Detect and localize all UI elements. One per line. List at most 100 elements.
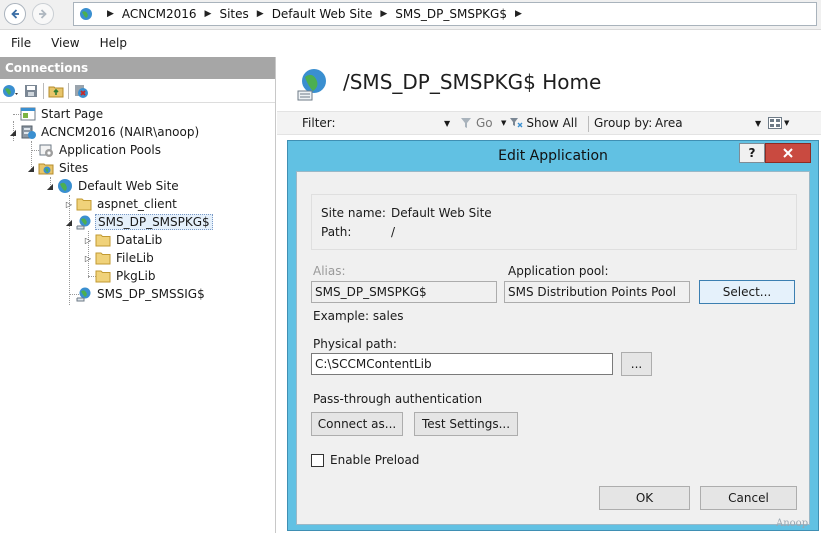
tree-item-label: aspnet_client <box>97 197 177 211</box>
breadcrumb-site[interactable]: Default Web Site <box>272 7 373 21</box>
globe-icon <box>79 7 93 21</box>
sites-icon <box>37 160 54 176</box>
back-button[interactable] <box>4 3 26 25</box>
tree-item-application-pools[interactable]: Application Pools <box>26 141 163 159</box>
tree-item-label: FileLib <box>116 251 154 265</box>
physical-path-input[interactable]: C:\SCCMContentLib <box>311 353 613 375</box>
application-icon <box>75 286 92 302</box>
menu-view[interactable]: View <box>41 36 89 50</box>
tree-item-label: Application Pools <box>59 143 161 157</box>
show-all-icon <box>510 118 523 128</box>
chevron-down-icon: ▼ <box>501 119 507 127</box>
tree-item-server[interactable]: ◢ ACNCM2016 (NAIR\anoop) <box>8 123 201 141</box>
tree-item-label: SMS_DP_SMSSIG$ <box>97 287 205 301</box>
tree-item-label: ACNCM2016 (NAIR\anoop) <box>41 125 200 139</box>
close-button[interactable] <box>765 143 811 163</box>
breadcrumb-application[interactable]: SMS_DP_SMSPKG$ <box>395 7 507 21</box>
breadcrumb-separator: ▶ <box>204 9 212 19</box>
cancel-button[interactable]: Cancel <box>700 486 797 510</box>
menu-bar: File View Help <box>0 31 821 55</box>
connections-header: Connections <box>0 57 275 79</box>
help-button[interactable]: ? <box>739 143 765 163</box>
collapse-twisty[interactable]: ◢ <box>26 164 36 173</box>
breadcrumb-sites[interactable]: Sites <box>219 7 248 21</box>
tree-item-datalib[interactable]: ▷ DataLib <box>83 231 164 249</box>
show-all-label: Show All <box>526 116 578 130</box>
browse-button[interactable]: ... <box>621 352 652 376</box>
connect-globe-icon[interactable] <box>1 82 19 100</box>
collapse-twisty[interactable]: ◢ <box>45 182 55 191</box>
tree-item-aspnet-client[interactable]: ▷ aspnet_client <box>64 195 179 213</box>
group-by-label: Group by: <box>594 116 653 130</box>
collapse-twisty[interactable]: ◢ <box>8 128 18 137</box>
tree-item-label: SMS_DP_SMSPKG$ <box>95 214 213 230</box>
application-home-icon <box>297 67 329 104</box>
site-name-value: Default Web Site <box>391 206 492 220</box>
breadcrumb-separator: ▶ <box>107 9 114 19</box>
tree-item-pkglib[interactable]: PkgLib <box>83 267 157 285</box>
ok-button[interactable]: OK <box>599 486 690 510</box>
enable-preload-checkbox[interactable] <box>311 454 324 467</box>
filter-label: Filter: <box>302 116 336 130</box>
go-button[interactable]: Go <box>460 116 493 130</box>
tree-item-label: PkgLib <box>116 269 156 283</box>
expand-twisty[interactable]: ▷ <box>83 236 93 245</box>
page-title: /SMS_DP_SMSPKG$ Home <box>343 70 602 94</box>
pass-through-authentication-label: Pass-through authentication <box>313 392 483 406</box>
close-icon <box>783 148 793 158</box>
start-page-icon <box>19 106 36 122</box>
folder-icon <box>94 268 111 284</box>
group-by-dropdown-icon[interactable]: ▼ <box>755 119 761 128</box>
funnel-icon <box>461 118 471 128</box>
test-settings-button[interactable]: Test Settings... <box>414 412 518 436</box>
collapse-twisty[interactable]: ◢ <box>64 218 74 227</box>
disconnect-icon[interactable] <box>72 82 90 100</box>
filter-bar: Filter: ▼ Go ▼ Show All Group by: Area ▼… <box>277 111 821 135</box>
dialog-body: Site name: Default Web Site Path: / Alia… <box>296 171 810 525</box>
expand-twisty[interactable]: ▷ <box>83 254 93 263</box>
group-by-select[interactable]: Area <box>655 116 683 130</box>
connections-pane: Connections Start Page ◢ ACNCM2016 (NAIR… <box>0 57 276 533</box>
expand-twisty[interactable]: ▷ <box>64 200 74 209</box>
filter-dropdown-icon[interactable]: ▼ <box>444 119 450 128</box>
enable-preload-label: Enable Preload <box>330 453 420 467</box>
path-value: / <box>391 225 396 239</box>
physical-path-label: Physical path: <box>313 337 397 351</box>
site-name-label: Site name: <box>321 206 386 220</box>
tree-item-sites[interactable]: ◢ Sites <box>26 159 90 177</box>
select-button[interactable]: Select... <box>699 280 795 304</box>
tree-item-label: Default Web Site <box>78 179 179 193</box>
tree-item-sms-dp-smssig[interactable]: SMS_DP_SMSSIG$ <box>64 285 207 303</box>
menu-help[interactable]: Help <box>90 36 137 50</box>
breadcrumb-server[interactable]: ACNCM2016 <box>122 7 197 21</box>
toolbar-separator <box>43 82 44 99</box>
tree-item-sms-dp-smspkg[interactable]: ◢ SMS_DP_SMSPKG$ <box>64 213 213 231</box>
folder-icon <box>94 232 111 248</box>
alias-label: Alias: <box>313 264 346 278</box>
server-icon <box>19 124 36 140</box>
site-info-box <box>311 194 797 250</box>
filter-separator <box>588 116 589 132</box>
app-pools-icon <box>37 142 54 158</box>
edit-application-dialog: Edit Application ? Site name: Default We… <box>287 140 819 531</box>
application-pool-field: SMS Distribution Points Pool <box>504 281 690 303</box>
folder-icon <box>94 250 111 266</box>
menu-file[interactable]: File <box>0 36 41 50</box>
forward-button[interactable] <box>32 3 54 25</box>
address-bar: ▶ ACNCM2016 ▶ Sites ▶ Default Web Site ▶… <box>0 0 821 30</box>
view-button[interactable]: ▼ <box>768 117 789 129</box>
tree-item-label: DataLib <box>116 233 163 247</box>
tree-item-default-web-site[interactable]: ◢ Default Web Site <box>45 177 181 195</box>
connections-toolbar <box>0 79 275 103</box>
up-folder-icon[interactable] <box>47 82 65 100</box>
tree-item-filelib[interactable]: ▷ FileLib <box>83 249 156 267</box>
go-label: Go <box>476 116 493 130</box>
breadcrumb-separator[interactable]: ▶ <box>515 9 522 19</box>
show-all-button[interactable]: ▼ Show All <box>501 116 577 130</box>
address-box[interactable]: ▶ ACNCM2016 ▶ Sites ▶ Default Web Site ▶… <box>73 2 817 26</box>
path-label: Path: <box>321 225 352 239</box>
save-icon[interactable] <box>22 82 40 100</box>
tree-item-start-page[interactable]: Start Page <box>8 105 105 123</box>
view-grid-icon <box>768 117 782 129</box>
connect-as-button[interactable]: Connect as... <box>311 412 403 436</box>
